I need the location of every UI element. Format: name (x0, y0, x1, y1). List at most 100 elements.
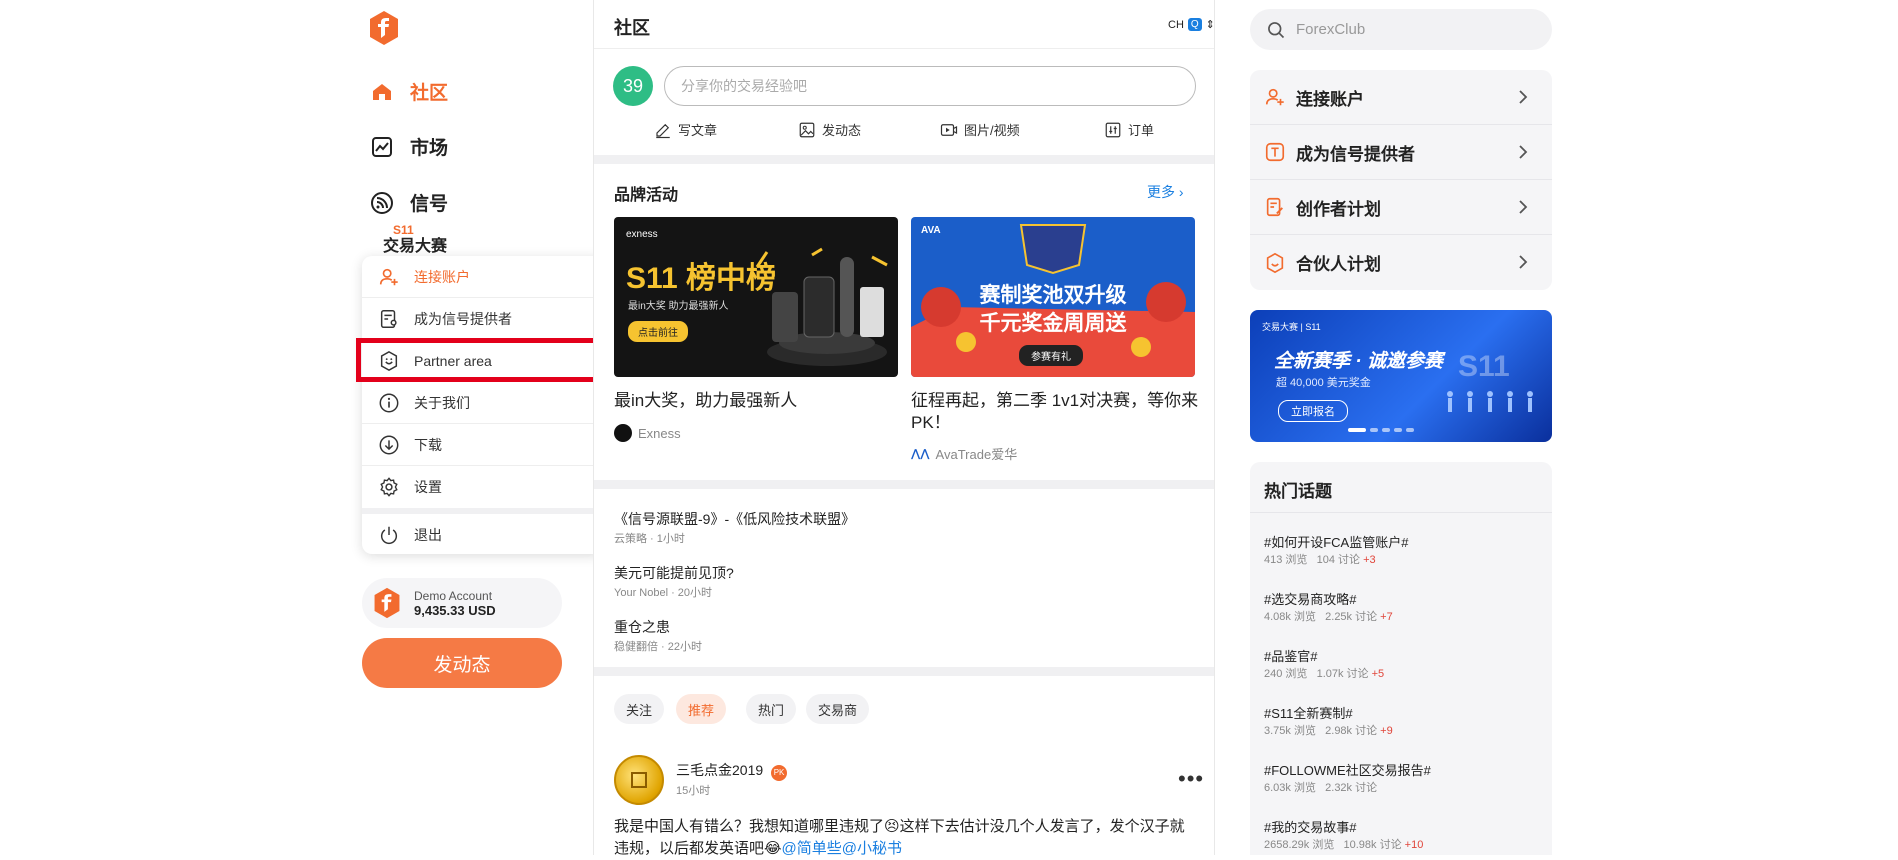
topic-increase: +5 (1371, 668, 1385, 680)
brand-card-title[interactable]: 征程再起，第二季 1v1对决赛，等你来PK！ (911, 390, 1201, 434)
chart-line-icon (372, 136, 392, 157)
article-title[interactable]: 重仓之患 (614, 617, 670, 637)
link-partner-program[interactable]: 合伙人计划 (1250, 235, 1552, 290)
chevron-right-icon (1519, 200, 1528, 214)
menu-item-label: 设置 (414, 479, 442, 495)
topic-name[interactable]: #FOLLOWME社区交易报告# (1264, 760, 1431, 779)
chevron-right-icon (1519, 255, 1528, 269)
partner-badge-icon (380, 350, 398, 371)
link-label: 连接账户 (1296, 89, 1364, 109)
search-input[interactable]: ForexClub (1250, 9, 1552, 50)
author-avatar[interactable] (614, 755, 664, 805)
link-creator-program[interactable]: 创作者计划 (1250, 180, 1552, 235)
language-q-badge: Q (1187, 18, 1202, 31)
topic-stats: 413 浏览 104 讨论 +3 (1264, 551, 1376, 567)
menu-item-connect-account[interactable]: 连接账户 (362, 256, 604, 298)
write-article-button[interactable]: 写文章 (654, 120, 717, 139)
contest-banner[interactable]: 交易大赛 | S11 全新赛季 · 诚邀参赛 超 40,000 美元奖金 立即报… (1250, 310, 1552, 442)
tab-broker[interactable]: 交易商 (806, 694, 870, 724)
nav-community[interactable]: 社区 (370, 78, 448, 105)
user-dropdown-menu: 连接账户 成为信号提供者 Partner area 关于我们 下载 设置 退出 (362, 256, 604, 554)
post-text-line: 违规，以后都发英语吧😂 (614, 840, 782, 857)
topic-increase: +3 (1363, 554, 1376, 566)
article-title[interactable]: 美元可能提前见顶? (614, 563, 734, 583)
download-icon (379, 435, 399, 454)
menu-item-partner-area[interactable]: Partner area (362, 340, 604, 382)
menu-item-settings[interactable]: 设置 (362, 466, 604, 508)
chevron-right-icon (1519, 145, 1528, 159)
image-subline: 最in大奖 助力最强新人 (628, 301, 729, 312)
topic-views: 413 浏览 (1264, 554, 1308, 566)
demo-account-balance: 9,435.33 USD (414, 602, 496, 618)
topic-name[interactable]: #如何开设FCA监管账户# (1264, 532, 1408, 551)
tab-hot[interactable]: 热门 (746, 694, 797, 724)
menu-item-download[interactable]: 下载 (362, 424, 604, 466)
search-icon (1268, 21, 1285, 38)
section-title-brand: 品牌活动 (614, 187, 679, 204)
brand-card-title[interactable]: 最in大奖，助力最强新人 (614, 390, 904, 412)
signal-icon (371, 191, 393, 214)
user-avatar[interactable]: 39 (613, 66, 653, 106)
link-connect-account[interactable]: 连接账户 (1250, 70, 1552, 125)
post-update-button[interactable]: 发动态 (798, 120, 861, 139)
link-signal-provider[interactable]: 成为信号提供者 (1250, 125, 1552, 180)
nav-contest-peek[interactable]: S11 交易大赛 (383, 223, 447, 256)
topic-discussions: 2.32k 讨论 (1325, 782, 1378, 794)
menu-item-label: 连接账户 (414, 268, 470, 285)
menu-item-signal-provider[interactable]: 成为信号提供者 (362, 298, 604, 340)
post-mentions[interactable]: @简单些@小秘书 (782, 840, 902, 857)
link-label: 创作者计划 (1296, 199, 1381, 219)
demo-account-label: Demo Account (414, 588, 493, 603)
order-button[interactable]: 订单 (1104, 120, 1154, 139)
order-icon (1105, 122, 1121, 137)
brand-card-source[interactable]: Exness (614, 424, 681, 442)
carousel-dots[interactable] (1348, 428, 1414, 432)
nav-label: 市场 (410, 138, 449, 159)
article-meta: Your Nobel · 20小时 (614, 587, 713, 599)
exness-logo-icon (614, 424, 632, 442)
compose-input[interactable]: 分享你的交易经验吧 (664, 66, 1196, 106)
image-icon (799, 122, 815, 137)
brand-card-image-avatrade[interactable]: AVA 赛制奖池双升级 千元奖金周周送 参赛有礼 (911, 217, 1195, 377)
tab-recommend[interactable]: 推荐 (676, 694, 727, 724)
topic-name[interactable]: #选交易商攻略# (1264, 589, 1356, 608)
post-author[interactable]: 三毛点金2019 PK (676, 760, 788, 781)
nav-label: 社区 (410, 83, 449, 104)
post-time: 15小时 (676, 785, 711, 797)
menu-item-logout[interactable]: 退出 (362, 514, 604, 556)
menu-item-label: 下载 (414, 436, 442, 453)
topic-name[interactable]: #S11全新赛制# (1264, 703, 1353, 722)
topic-name[interactable]: #品鉴官# (1264, 646, 1317, 665)
nav-signal[interactable]: 信号 (370, 189, 448, 216)
media-button[interactable]: 图片/视频 (940, 120, 1020, 139)
banner-subline: 超 40,000 美元奖金 (1276, 377, 1371, 389)
nav-label: 信号 (410, 194, 449, 215)
topic-views: 3.75k 浏览 (1264, 725, 1316, 737)
more-options-icon[interactable]: ••• (1178, 766, 1204, 792)
carousel-dot (1382, 428, 1390, 432)
document-edit-icon (1266, 197, 1283, 217)
action-label: 发动态 (822, 123, 862, 138)
link-label: 合伙人计划 (1296, 255, 1381, 274)
image-button: 参赛有礼 (1019, 345, 1083, 366)
article-title[interactable]: 《信号源联盟-9》-《低风险技术联盟》 (614, 509, 855, 529)
carousel-dot (1394, 428, 1402, 432)
topic-views: 4.08k 浏览 (1264, 611, 1316, 623)
topic-stats: 2658.29k 浏览 10.98k 讨论 +10 (1264, 836, 1423, 852)
language-switch[interactable]: CH Q ⇕ (1168, 18, 1215, 31)
post-button[interactable]: 发动态 (362, 638, 562, 688)
topic-name[interactable]: #我的交易故事# (1264, 817, 1356, 836)
menu-item-about[interactable]: 关于我们 (362, 382, 604, 424)
more-link[interactable]: 更多 › (1147, 182, 1184, 202)
demo-account-card[interactable]: Demo Account 9,435.33 USD (362, 578, 562, 628)
quick-links-panel: 连接账户 成为信号提供者 创作者计划 合伙人计划 (1250, 70, 1552, 290)
carousel-dot (1406, 428, 1414, 432)
nav-market[interactable]: 市场 (370, 133, 448, 160)
pen-icon (656, 123, 670, 138)
hot-topics-title: 热门话题 (1264, 482, 1332, 501)
tab-follow[interactable]: 关注 (614, 694, 665, 724)
section-separator (594, 667, 1214, 676)
followme-logo[interactable] (368, 10, 400, 46)
brand-card-image-exness[interactable]: exness S11 榜中榜 最in大奖 助力最强新人 点击前往 (614, 217, 898, 377)
brand-card-source[interactable]: ⋀⋀ AvaTrade爱华 (911, 444, 1017, 463)
